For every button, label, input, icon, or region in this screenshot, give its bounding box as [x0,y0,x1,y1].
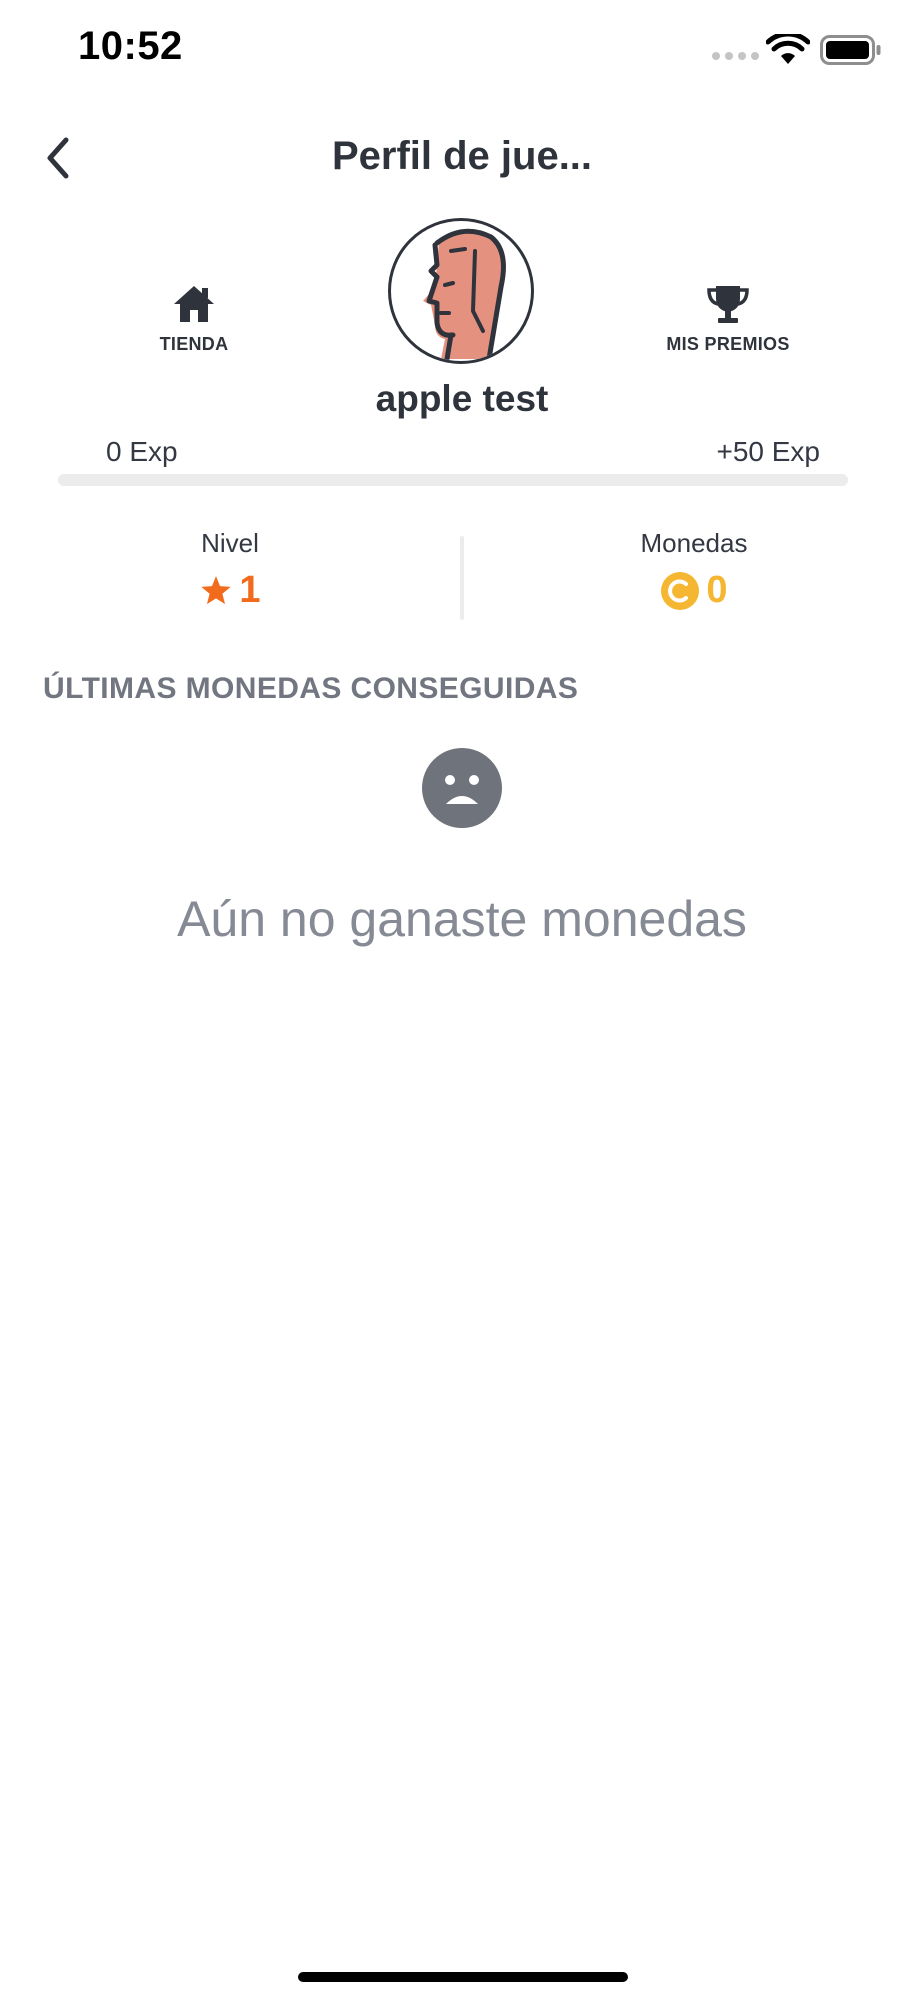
exp-min-label: 0 Exp [106,436,178,467]
back-button[interactable] [36,130,80,186]
username: apple test [375,378,549,419]
empty-state-message: Aún no ganaste monedas [177,891,747,947]
page-title: Perfil de jue... [331,134,593,178]
coins-stat: Monedas 0 [594,528,794,612]
level-label: Nivel [201,528,259,558]
trophy-icon [707,286,749,323]
coins-value: 0 [706,569,728,611]
wifi-icon [766,34,810,64]
chevron-left-icon [47,137,69,179]
home-indicator[interactable] [298,1972,628,1982]
avatar[interactable] [388,218,534,364]
recent-coins-title: ÚLTIMAS MONEDAS CONSEGUIDAS [43,672,579,705]
stats-divider [460,536,464,620]
my-prizes-shortcut[interactable]: MIS PREMIOS [640,282,816,355]
exp-max-label: +50 Exp [716,436,820,467]
home-icon [174,286,214,322]
my-prizes-label: MIS PREMIOS [666,334,790,354]
status-time: 10:52 [78,24,183,68]
sad-face-icon [422,748,502,828]
experience-progress-bar [58,474,848,486]
star-icon [201,575,232,604]
coins-label: Monedas [640,528,748,558]
level-stat: Nivel 1 [130,528,330,612]
battery-icon [820,35,881,65]
coin-icon [661,571,700,610]
store-label: TIENDA [159,334,229,354]
store-shortcut[interactable]: TIENDA [120,282,268,355]
avatar-face-icon [423,228,506,361]
cellular-signal-icon [712,52,759,60]
level-value: 1 [239,569,261,611]
